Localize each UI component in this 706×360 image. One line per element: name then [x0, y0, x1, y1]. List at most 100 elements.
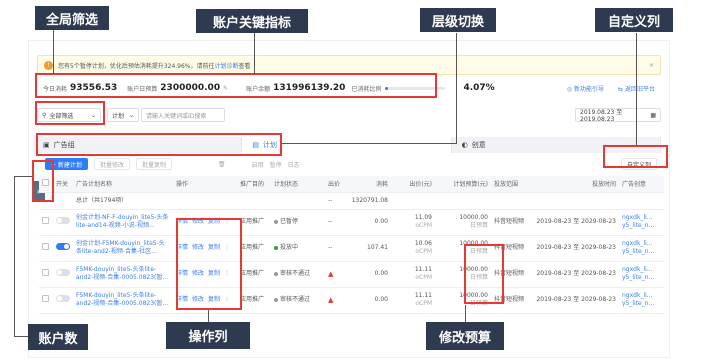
col-header: 计划状态 — [271, 176, 325, 193]
col-header: 开关 — [53, 176, 73, 193]
col-header[interactable]: 投放时间 — [533, 176, 619, 193]
row-select-cell — [39, 261, 53, 288]
col-header[interactable]: 广告计划名称 — [73, 176, 173, 193]
plan-diagnosis-link[interactable]: 计划诊断 — [215, 61, 239, 70]
delivery-time: 2019-08-23 至 2029-08-23 — [533, 235, 619, 262]
bid-value[interactable]: 11.11 — [394, 292, 432, 300]
pause-button[interactable]: 暂停 — [270, 160, 282, 169]
filter-highlight — [35, 101, 105, 125]
table-row: 创金计划-F5MK-douyin_lite5-头条lite-and2-视频-合集… — [39, 235, 664, 262]
row-checkbox[interactable] — [42, 269, 49, 276]
tabs-highlight — [36, 133, 282, 156]
spend-value: 0.00 — [347, 287, 391, 314]
col-header: 推广目的 — [237, 176, 271, 193]
feature-guide-link[interactable]: ◎ 新功能引导 — [567, 84, 604, 93]
status-dot — [274, 271, 278, 276]
bid-value[interactable]: 11.11 — [394, 266, 432, 274]
plan-select-label: 计划 — [112, 112, 125, 120]
date-range-value: 2019.08.23 至 2019.08.23 — [580, 109, 623, 123]
spend-value: 0.00 — [347, 209, 391, 236]
summary-row: 总计（共1794项） -- 1320791.08 — [39, 192, 664, 210]
optimization-notice: ! 您有5个暂停计划，优化后预估消耗提升324.96%，请前往 计划诊断 查看 … — [37, 55, 661, 75]
notice-suffix: 查看 — [238, 62, 251, 70]
back-old-platform-label: 返回旧平台 — [624, 85, 655, 93]
date-range-picker[interactable]: 2019.08.23 至 2019.08.23 ▦ — [575, 108, 661, 123]
operation-column-callout: 操作列 — [166, 322, 250, 349]
batch-edit-button[interactable]: 批量修改 — [93, 158, 130, 170]
row-select-cell — [39, 287, 53, 314]
connector-line — [14, 176, 32, 177]
tab-creative-label: 创意 — [471, 141, 486, 149]
plan-status: 已暂停 — [280, 218, 299, 225]
bid-cell: 10.06 oCPM — [391, 235, 435, 262]
plan-name-link[interactable]: 创金计划-F5MK-douyin_lite5-头条lite-and2-视频-合集… — [73, 235, 173, 262]
plan-status-cell: 已暂停 — [271, 209, 325, 236]
used-ratio-value: 4.07% — [463, 83, 495, 93]
status-dot — [274, 297, 278, 302]
plan-status-cell: 审核不通过 — [271, 287, 325, 314]
row-checkbox[interactable] — [42, 217, 49, 224]
spend-value: 107.41 — [347, 235, 391, 262]
plan-name-link[interactable]: F5MK-douyin_lite5-头条lite-and2-视频-合集-0005… — [73, 261, 173, 288]
row-checkbox[interactable] — [42, 295, 49, 302]
plan-status: 审核不通过 — [280, 296, 311, 303]
promotion-purpose: 应用推广 — [237, 287, 271, 314]
bid-unit: oCPM — [415, 222, 432, 229]
extra-flag: ▲ — [325, 261, 347, 288]
account-metrics-callout: 账户关键指标 — [196, 9, 308, 33]
creative-link[interactable]: ngxdk_li... y5_lite_n... — [619, 209, 664, 236]
batch-copy-button[interactable]: 批量复制 — [135, 158, 172, 170]
plan-status: 审核不通过 — [280, 270, 311, 277]
account-count-highlight — [32, 160, 54, 202]
row-switch-cell — [53, 209, 73, 236]
search-input[interactable]: 请输入关键词或ID搜索 — [141, 108, 225, 122]
creative-link[interactable]: ngxdk_li... y5_lite_n... — [619, 261, 664, 288]
bid-cell: 11.09 oCPM — [391, 209, 435, 236]
delivery-time: 2019-08-23 至 2029-08-23 — [533, 261, 619, 288]
table-header-row: 开关 广告计划名称 操作 推广目的 计划状态 出价 消耗 出价(元) 计划预算(… — [39, 176, 664, 193]
table-toolbar: + 新建计划 批量修改 批量复制 🗑 启用 暂停 日志 自定义列 — [45, 155, 661, 173]
bid-value[interactable]: 11.09 — [394, 214, 432, 222]
calendar-icon: ▦ — [650, 111, 656, 119]
summary-spend: 1320791.08 — [347, 192, 391, 210]
log-button[interactable]: 日志 — [288, 160, 300, 169]
plan-toggle-switch[interactable] — [56, 217, 70, 224]
plan-toggle-switch[interactable] — [56, 269, 70, 276]
extra-flag: -- — [325, 235, 347, 262]
plan-status-cell: 审核不通过 — [271, 261, 325, 288]
delete-button[interactable]: 🗑 — [218, 161, 226, 168]
status-dot — [274, 245, 278, 250]
plan-name-link[interactable]: F5MK-douyin_lite5-头条lite-and2-视频-合集-0005… — [73, 287, 173, 314]
col-header[interactable]: 出价(元) — [391, 176, 435, 193]
creative-link[interactable]: ngxdk_li... y5_lite_n... — [619, 287, 664, 314]
delivery-time: 2019-08-23 至 2029-08-23 — [533, 209, 619, 236]
close-icon[interactable]: × — [649, 62, 654, 69]
creative-link[interactable]: ngxdk_li... y5_lite_n... — [619, 235, 664, 262]
connector-line — [282, 143, 457, 144]
summary-label: 总计（共1794项） — [73, 192, 173, 210]
feature-guide-label: 新功能引导 — [574, 85, 605, 93]
plan-toggle-switch[interactable] — [56, 295, 70, 302]
enable-button[interactable]: 启用 — [252, 160, 264, 169]
connector-line — [465, 305, 466, 323]
bid-cell: 11.11 oCPM — [391, 261, 435, 288]
plan-name-link[interactable]: 创金计划-NF-F-douyin_lite5-头条lite-and14-视频-小… — [73, 209, 173, 236]
plan-status-cell: 投放中 — [271, 235, 325, 262]
promotion-purpose: 应用推广 — [237, 209, 271, 236]
row-select-cell — [39, 209, 53, 236]
row-switch-cell — [53, 261, 73, 288]
connector-line — [456, 33, 457, 143]
col-header[interactable]: 计划预算(元) — [435, 176, 491, 193]
plan-select[interactable]: 计划 ⌄ — [107, 108, 139, 122]
notice-text: 您有5个暂停计划，优化后预估消耗提升324.96%，请前往 — [58, 62, 215, 70]
lightbulb-icon: ◐ — [461, 141, 468, 149]
budget-value[interactable]: 10000.00 — [438, 214, 488, 222]
col-header[interactable]: 消耗 — [347, 176, 391, 193]
plan-toggle-switch[interactable] — [56, 243, 70, 250]
connector-line — [254, 33, 255, 74]
level-switch-callout: 层级切换 — [420, 8, 496, 32]
table-row: F5MK-douyin_lite5-头条lite-and2-视频-合集-0005… — [39, 287, 664, 314]
bid-value[interactable]: 10.06 — [394, 240, 432, 248]
row-switch-cell — [53, 287, 73, 314]
row-checkbox[interactable] — [42, 243, 49, 250]
